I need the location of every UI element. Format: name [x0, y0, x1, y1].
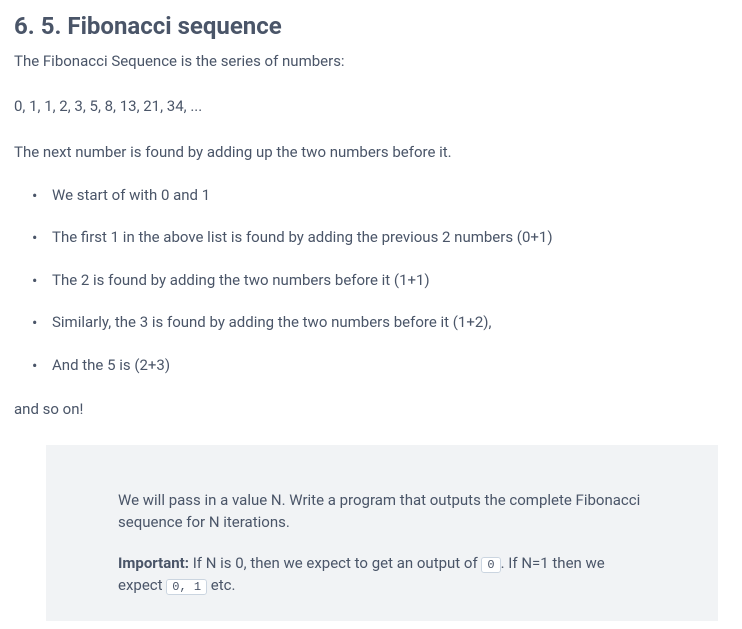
code-inline: 0	[481, 557, 500, 573]
intro-text: The Fibonacci Sequence is the series of …	[14, 50, 728, 73]
list-item: And the 5 is (2+3)	[38, 354, 728, 377]
list-item: Similarly, the 3 is found by adding the …	[38, 311, 728, 334]
important-part1: If N is 0, then we expect to get an outp…	[189, 554, 481, 572]
section-heading: 6. 5. Fibonacci sequence	[14, 8, 728, 44]
sequence-list: 0, 1, 1, 2, 3, 5, 8, 13, 21, 34, ...	[14, 95, 728, 118]
list-item: The first 1 in the above list is found b…	[38, 226, 728, 249]
callout-instruction: We will pass in a value N. Write a progr…	[118, 489, 646, 534]
bullet-list: We start of with 0 and 1 The first 1 in …	[14, 184, 728, 377]
and-so-on-text: and so on!	[14, 398, 728, 421]
important-label: Important:	[118, 554, 189, 572]
code-inline: 0, 1	[166, 579, 207, 595]
list-item: We start of with 0 and 1	[38, 184, 728, 207]
list-item: The 2 is found by adding the two numbers…	[38, 269, 728, 292]
callout-important: Important: If N is 0, then we expect to …	[118, 552, 646, 597]
important-part3: etc.	[207, 576, 235, 594]
callout-box: We will pass in a value N. Write a progr…	[46, 445, 718, 621]
explanation-text: The next number is found by adding up th…	[14, 141, 728, 164]
